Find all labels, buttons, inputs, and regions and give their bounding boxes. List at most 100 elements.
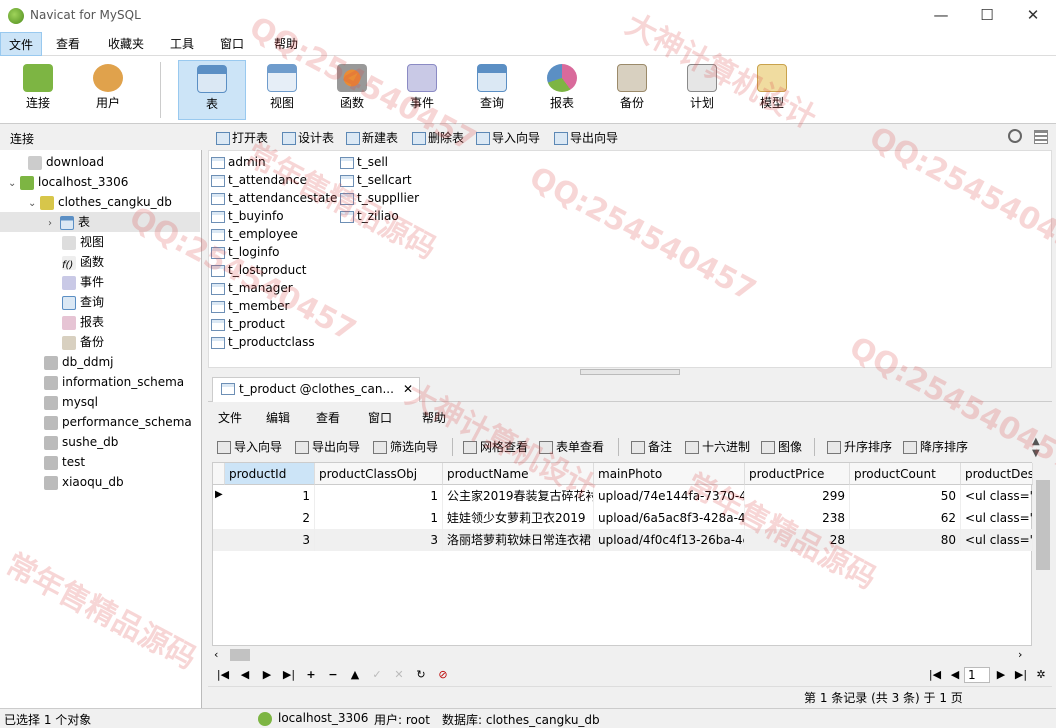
scroll-thumb[interactable] [1036,480,1050,570]
cell-product-des[interactable]: <ul class="a [961,507,1033,529]
tab-t-product[interactable]: t_product @clothes_can... ✕ [212,377,420,402]
cell-product-count[interactable]: 62 [850,507,961,529]
cell-main-photo[interactable]: upload/4f0c4f13-26ba-4c [594,529,745,551]
cell-product-id[interactable]: 2 [225,507,315,529]
tree-item-reports[interactable]: 报表 [0,312,200,332]
editor-import-wizard-button[interactable]: 导入向导 [216,438,282,456]
search-icon[interactable] [1008,129,1022,143]
toolbar-user-button[interactable]: 用户 [74,60,142,120]
scroll-thumb[interactable] [230,649,250,661]
cell-product-count[interactable]: 80 [850,529,961,551]
table-item[interactable]: t_product [211,315,339,333]
cell-product-price[interactable]: 238 [745,507,850,529]
table-row[interactable]: ▶ 1 1 公主家2019春装复古碎花衬 upload/74e144fa-737… [213,485,1033,507]
column-header[interactable]: productClassObj [315,463,443,485]
tree-item-functions[interactable]: f() 函数 [0,252,200,272]
table-item[interactable]: t_ziliao [340,207,460,225]
close-button[interactable]: ✕ [1010,0,1056,30]
chevron-right-icon[interactable]: › [48,214,60,234]
horizontal-scrollbar[interactable]: ‹ › [212,646,1052,664]
tree-item-performance-schema[interactable]: performance_schema [0,412,200,432]
editor-menu-help[interactable]: 帮助 [422,409,446,426]
chevron-up-icon[interactable]: ▲ [1032,436,1040,447]
editor-menu-file[interactable]: 文件 [218,409,242,426]
table-item[interactable]: t_employee [211,225,339,243]
tree-item-views[interactable]: 视图 [0,232,200,252]
table-item[interactable]: t_buyinfo [211,207,339,225]
open-table-button[interactable]: 打开表 [214,129,268,147]
table-item[interactable]: t_attendance [211,171,339,189]
table-item[interactable]: t_suppllier [340,189,460,207]
editor-menu-window[interactable]: 窗口 [368,409,392,426]
last-page-icon[interactable]: ▶| [1012,666,1030,684]
last-record-icon[interactable]: ▶| [280,666,298,684]
toolbar-function-button[interactable]: 函数 [318,60,386,120]
cell-product-class[interactable]: 3 [315,529,443,551]
tree-item-events[interactable]: 事件 [0,272,200,292]
tree-item-localhost[interactable]: ⌄ localhost_3306 [0,172,200,192]
toolbar-report-button[interactable]: 报表 [528,60,596,120]
toolbar-backup-button[interactable]: 备份 [598,60,666,120]
column-header[interactable]: productPrice [745,463,850,485]
scroll-right-icon[interactable]: › [1018,648,1022,661]
tree-item-test[interactable]: test [0,452,200,472]
tree-item-tables[interactable]: › 表 [0,212,200,232]
hex-button[interactable]: 十六进制 [684,438,750,456]
chevron-down-icon[interactable]: ⌄ [28,194,40,214]
menu-favorites[interactable]: 收藏夹 [100,32,152,56]
cell-product-price[interactable]: 299 [745,485,850,507]
minimize-button[interactable]: — [918,0,964,30]
table-item[interactable]: t_sell [340,153,460,171]
refresh-icon[interactable]: ↻ [412,666,430,684]
menu-file[interactable]: 文件 [0,32,43,56]
filter-wizard-button[interactable]: 筛选向导 [372,438,438,456]
cell-product-price[interactable]: 28 [745,529,850,551]
tree-item-clothes-cangku-db[interactable]: ⌄ clothes_cangku_db [0,192,200,212]
tree-item-sushe-db[interactable]: sushe_db [0,432,200,452]
maximize-button[interactable]: ☐ [964,0,1010,30]
page-number-input[interactable]: 1 [964,667,990,683]
table-row[interactable]: 3 3 洛丽塔萝莉软妹日常连衣裙 upload/4f0c4f13-26ba-4c… [213,529,1033,551]
table-item[interactable]: admin [211,153,339,171]
table-item[interactable]: t_productclass [211,333,339,351]
cell-product-name[interactable]: 娃娃领少女萝莉卫衣2019 [443,507,594,529]
first-page-icon[interactable]: |◀ [926,666,944,684]
vertical-scrollbar[interactable] [1034,462,1052,646]
sort-descending-button[interactable]: 降序排序 [902,438,968,456]
toolbar-event-button[interactable]: 事件 [388,60,456,120]
cell-product-class[interactable]: 1 [315,507,443,529]
table-item[interactable]: t_manager [211,279,339,297]
cell-product-id[interactable]: 3 [225,529,315,551]
export-wizard-button[interactable]: 导出向导 [552,129,618,147]
editor-menu-edit[interactable]: 编辑 [266,409,290,426]
tree-item-xiaoqu-db[interactable]: xiaoqu_db [0,472,200,492]
cell-main-photo[interactable]: upload/6a5ac8f3-428a-42 [594,507,745,529]
cell-product-des[interactable]: <ul class="a [961,485,1033,507]
new-table-button[interactable]: 新建表 [344,129,398,147]
table-item[interactable]: t_loginfo [211,243,339,261]
table-item[interactable]: t_lostproduct [211,261,339,279]
prev-page-icon[interactable]: ◀ [946,666,964,684]
scroll-left-icon[interactable]: ‹ [214,648,218,661]
design-table-button[interactable]: 设计表 [280,129,334,147]
toolbar-view-button[interactable]: 视图 [248,60,316,120]
image-button[interactable]: 图像 [760,438,802,456]
menu-view[interactable]: 查看 [48,32,88,56]
form-view-button[interactable]: 表单查看 [538,438,604,456]
cell-product-id[interactable]: 1 [225,485,315,507]
menu-window[interactable]: 窗口 [212,32,252,56]
tree-item-backups[interactable]: 备份 [0,332,200,352]
add-record-icon[interactable]: + [302,666,320,684]
delete-record-icon[interactable]: − [324,666,342,684]
tree-item-information-schema[interactable]: information_schema [0,372,200,392]
cell-product-des[interactable]: <ul class="a [961,529,1033,551]
delete-table-button[interactable]: 删除表 [410,129,464,147]
menu-help[interactable]: 帮助 [266,32,306,56]
tree-item-db-ddmj[interactable]: db_ddmj [0,352,200,372]
column-header[interactable]: mainPhoto [594,463,745,485]
column-header[interactable]: productDes [961,463,1033,485]
previous-record-icon[interactable]: ◀ [236,666,254,684]
toolbar-model-button[interactable]: 模型 [738,60,806,120]
cell-product-name[interactable]: 洛丽塔萝莉软妹日常连衣裙 [443,529,594,551]
import-wizard-button[interactable]: 导入向导 [474,129,540,147]
